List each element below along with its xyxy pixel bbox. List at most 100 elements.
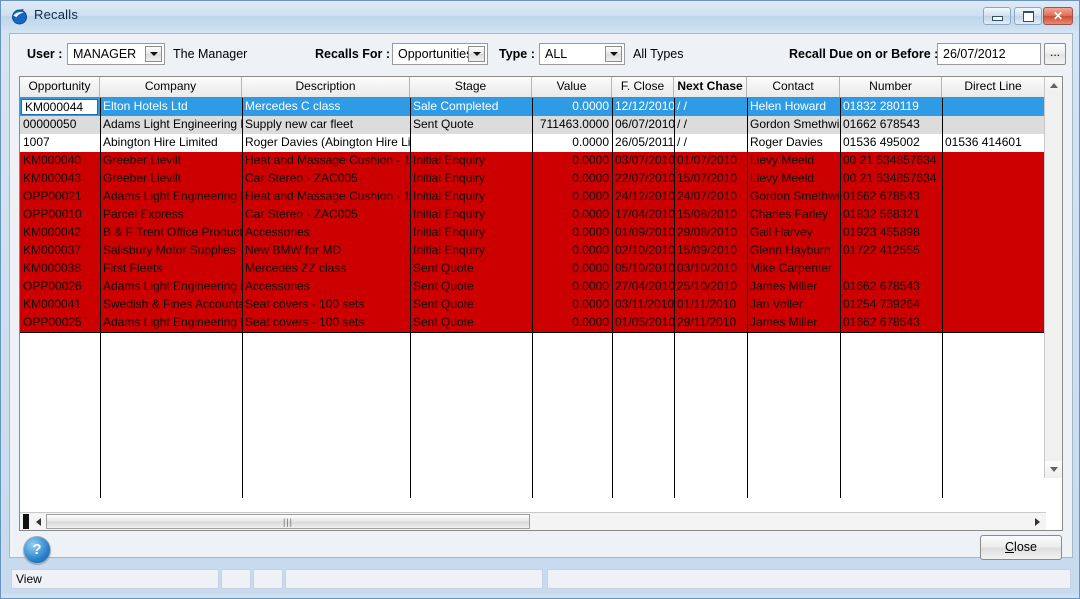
table-cell[interactable]: 0.0000	[532, 152, 612, 170]
table-cell[interactable]: OPP00010	[20, 206, 100, 224]
table-row[interactable]: KM000043Greeber LieviltCar Stereo - ZAC0…	[20, 170, 1046, 188]
grid-column-header[interactable]: Value	[532, 77, 612, 97]
table-cell[interactable]	[942, 98, 1045, 116]
table-cell[interactable]	[840, 260, 942, 278]
grid-vertical-scrollbar[interactable]	[1044, 77, 1062, 478]
table-cell[interactable]: Lievy Meeld	[747, 170, 840, 188]
recalls-grid[interactable]: OpportunityCompanyDescriptionStageValueF…	[19, 76, 1063, 531]
table-cell[interactable]: Gordon Smethwick	[747, 116, 840, 134]
table-cell[interactable]: Greeber Lievilt	[100, 170, 242, 188]
table-cell[interactable]: Sent Quote	[410, 314, 532, 332]
table-cell[interactable]	[410, 134, 532, 152]
table-cell[interactable]	[942, 278, 1045, 296]
grid-column-header[interactable]: Stage	[410, 77, 532, 97]
table-cell[interactable]: 24/07/2010	[674, 188, 747, 206]
table-cell[interactable]: 01536 495002	[840, 134, 942, 152]
chevron-down-icon[interactable]	[468, 46, 485, 62]
grid-column-header[interactable]: Direct Line	[942, 77, 1045, 97]
table-cell[interactable]: Initial Enquiry	[410, 152, 532, 170]
maximize-button[interactable]	[1014, 7, 1042, 25]
table-cell[interactable]: Jan Voller	[747, 296, 840, 314]
table-cell[interactable]: 00 21 534857634	[840, 170, 942, 188]
table-cell[interactable]: 27/04/2010	[612, 278, 674, 296]
chevron-down-icon[interactable]	[145, 46, 162, 62]
table-cell[interactable]: 0.0000	[532, 206, 612, 224]
table-cell[interactable]: 05/10/2010	[612, 260, 674, 278]
table-cell[interactable]: / /	[674, 98, 747, 116]
table-row[interactable]: KM000037Salisbury Motor SuppliesNew BMW …	[20, 242, 1046, 260]
table-cell[interactable]: James Miller	[747, 314, 840, 332]
table-cell[interactable]: Sent Quote	[410, 116, 532, 134]
recall-due-date-picker-button[interactable]: ...	[1044, 43, 1066, 65]
table-cell[interactable]: 06/07/2010	[612, 116, 674, 134]
table-cell[interactable]: Elton Hotels Ltd	[100, 98, 242, 116]
table-cell[interactable]: 00000050	[20, 116, 100, 134]
table-cell[interactable]: 0.0000	[532, 188, 612, 206]
table-cell[interactable]: 0.0000	[532, 314, 612, 332]
table-cell[interactable]: Salisbury Motor Supplies	[100, 242, 242, 260]
horizontal-scroll-thumb[interactable]: |||	[46, 514, 530, 529]
table-cell[interactable]: 01254 739264	[840, 296, 942, 314]
grid-column-header[interactable]: Number	[840, 77, 942, 97]
user-combo[interactable]: MANAGER	[67, 43, 165, 65]
table-cell[interactable]: New BMW for MD	[242, 242, 410, 260]
table-row[interactable]: KM000042B & F Trent Office ProductsAcces…	[20, 224, 1046, 242]
scroll-right-arrow-icon[interactable]	[1030, 513, 1044, 530]
table-cell[interactable]: OPP00021	[20, 188, 100, 206]
table-cell[interactable]: B & F Trent Office Products	[100, 224, 242, 242]
table-cell[interactable]: Car Stereo - ZAC005	[242, 170, 410, 188]
table-cell[interactable]: 0.0000	[532, 170, 612, 188]
table-cell[interactable]: Sent Quote	[410, 278, 532, 296]
table-cell[interactable]: 0.0000	[532, 278, 612, 296]
table-row[interactable]: KM000040Greeber LieviltHeat and Massage …	[20, 152, 1046, 170]
table-cell[interactable]: Mike Carpenter	[747, 260, 840, 278]
table-cell[interactable]	[942, 170, 1045, 188]
table-cell[interactable]: Abington Hire Limited	[100, 134, 242, 152]
table-row[interactable]: OPP00021Adams Light Engineering LtdHeat …	[20, 188, 1046, 206]
grid-column-header[interactable]: Next Chase	[674, 77, 747, 97]
table-cell[interactable]: Seat covers - 100 sets	[242, 296, 410, 314]
minimize-button[interactable]	[983, 7, 1011, 25]
table-cell[interactable]: 0.0000	[532, 242, 612, 260]
table-cell[interactable]	[942, 152, 1045, 170]
grid-column-header[interactable]: Description	[242, 77, 410, 97]
table-cell[interactable]: Heat and Massage Cushion - 100	[242, 188, 410, 206]
table-cell[interactable]: 01923 455898	[840, 224, 942, 242]
table-cell[interactable]: 25/10/2010	[674, 278, 747, 296]
table-cell[interactable]	[942, 242, 1045, 260]
table-cell[interactable]: Seat covers - 100 sets	[242, 314, 410, 332]
table-cell[interactable]: Sent Quote	[410, 296, 532, 314]
table-row[interactable]: KM000041Swedish & Fines AccountantsSeat …	[20, 296, 1046, 314]
table-cell[interactable]: Greeber Lievilt	[100, 152, 242, 170]
table-cell[interactable]: 0.0000	[532, 224, 612, 242]
table-cell[interactable]: 02/10/2010	[612, 242, 674, 260]
table-cell[interactable]	[942, 260, 1045, 278]
table-cell[interactable]: Accessories	[242, 224, 410, 242]
table-cell[interactable]: Initial Enquiry	[410, 224, 532, 242]
table-row[interactable]: OPP00026Adams Light Engineering LtdAcces…	[20, 278, 1046, 296]
table-cell[interactable]: KM000042	[20, 224, 100, 242]
table-cell[interactable]	[942, 224, 1045, 242]
scroll-left-arrow-icon[interactable]	[31, 513, 45, 530]
table-cell[interactable]	[942, 116, 1045, 134]
table-cell[interactable]: 03/10/2010	[674, 260, 747, 278]
recall-due-date-input[interactable]: 26/07/2012	[937, 43, 1041, 65]
window-close-button[interactable]: ✕	[1043, 7, 1073, 25]
table-cell[interactable]: 03/11/2010	[612, 296, 674, 314]
table-row[interactable]: OPP00010Parcel ExpressCar Stereo - ZAC00…	[20, 206, 1046, 224]
table-cell[interactable]: James Miller	[747, 278, 840, 296]
table-cell[interactable]: OPP00025	[20, 314, 100, 332]
table-cell[interactable]: 26/05/2011	[612, 134, 674, 152]
table-cell[interactable]: 01662 678543	[840, 116, 942, 134]
close-button[interactable]: Close	[980, 535, 1062, 560]
table-cell[interactable]: OPP00026	[20, 278, 100, 296]
table-cell[interactable]: Adams Light Engineering Ltd	[100, 278, 242, 296]
type-combo[interactable]: ALL	[539, 43, 625, 65]
table-cell[interactable]: Gordon Smethwick	[747, 188, 840, 206]
table-cell[interactable]: 0.0000	[532, 260, 612, 278]
table-cell[interactable]: Initial Enquiry	[410, 188, 532, 206]
table-cell[interactable]: Gail Harvey	[747, 224, 840, 242]
table-cell[interactable]: Supply new car fleet	[242, 116, 410, 134]
table-cell[interactable]: Adams Light Engineering Ltd	[100, 314, 242, 332]
table-cell[interactable]: Roger Davies	[747, 134, 840, 152]
